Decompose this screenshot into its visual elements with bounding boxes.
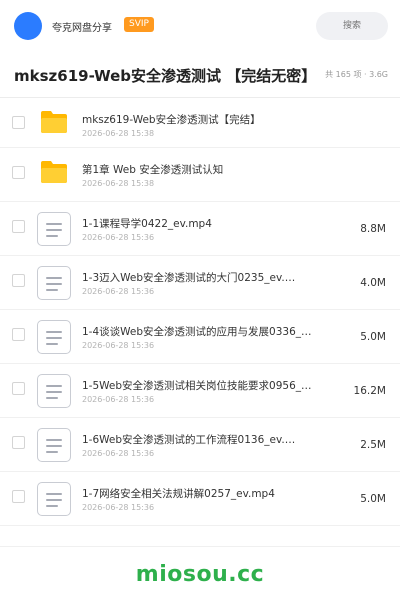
file-size: 4.0M xyxy=(360,277,386,289)
file-date: 2026-06-28 15:36 xyxy=(82,503,155,512)
file-name[interactable]: 1-5Web安全渗透测试相关岗位技能要求0956_… xyxy=(82,378,322,393)
document-icon xyxy=(37,320,71,354)
file-name[interactable]: mksz619-Web安全渗透测试【完结】 xyxy=(82,112,322,127)
page-title: mksz619-Web安全渗透测试 【完结无密】 xyxy=(14,67,314,85)
divider xyxy=(0,546,400,547)
svip-badge: SVIP xyxy=(124,17,154,32)
file-date: 2026-06-28 15:36 xyxy=(82,287,155,296)
search-input[interactable] xyxy=(316,12,388,40)
file-date: 2026-06-28 15:38 xyxy=(82,179,155,188)
document-icon xyxy=(37,482,71,516)
file-size: 2.5M xyxy=(360,439,386,451)
list-item[interactable]: 1-7网络安全相关法规讲解0257_ev.mp4 2026-06-28 15:36… xyxy=(0,472,400,526)
row-checkbox[interactable] xyxy=(12,490,25,503)
row-checkbox[interactable] xyxy=(12,436,25,449)
file-date: 2026-06-28 15:38 xyxy=(82,129,155,138)
file-size: 5.0M xyxy=(360,493,386,505)
document-icon xyxy=(37,428,71,462)
file-name[interactable]: 第1章 Web 安全渗透测试认知 xyxy=(82,162,322,177)
file-list: mksz619-Web安全渗透测试【完结】 2026-06-28 15:38 第1章… xyxy=(0,98,400,526)
file-size: 16.2M xyxy=(353,385,386,397)
file-name[interactable]: 1-3迈入Web安全渗透测试的大门0235_ev.… xyxy=(82,270,322,285)
file-name[interactable]: 1-1课程导学0422_ev.mp4 xyxy=(82,216,322,231)
folder-icon xyxy=(41,161,67,183)
row-checkbox[interactable] xyxy=(12,116,25,129)
row-checkbox[interactable] xyxy=(12,220,25,233)
file-date: 2026-06-28 15:36 xyxy=(82,233,155,242)
list-item[interactable]: 1-6Web安全渗透测试的工作流程0136_ev.… 2026-06-28 15:… xyxy=(0,418,400,472)
document-icon xyxy=(37,212,71,246)
document-icon xyxy=(37,266,71,300)
file-size: 5.0M xyxy=(360,331,386,343)
list-item[interactable]: 1-1课程导学0422_ev.mp4 2026-06-28 15:36 8.8M xyxy=(0,202,400,256)
document-icon xyxy=(37,374,71,408)
watermark-text: miosou.cc xyxy=(135,562,265,587)
avatar[interactable] xyxy=(14,12,42,40)
row-checkbox[interactable] xyxy=(12,274,25,287)
list-item[interactable]: mksz619-Web安全渗透测试【完结】 2026-06-28 15:38 xyxy=(0,98,400,148)
file-date: 2026-06-28 15:36 xyxy=(82,395,155,404)
row-checkbox[interactable] xyxy=(12,382,25,395)
header-bar: 夸克网盘分享 SVIP xyxy=(0,0,400,52)
file-name[interactable]: 1-6Web安全渗透测试的工作流程0136_ev.… xyxy=(82,432,322,447)
list-item[interactable]: 1-4谈谈Web安全渗透测试的应用与发展0336_… 2026-06-28 15:… xyxy=(0,310,400,364)
list-item[interactable]: 1-5Web安全渗透测试相关岗位技能要求0956_… 2026-06-28 15:… xyxy=(0,364,400,418)
folder-title-bar: mksz619-Web安全渗透测试 【完结无密】 共 165 项 · 3.6G xyxy=(0,52,400,98)
brand-name: 夸克网盘分享 xyxy=(52,23,112,34)
list-item[interactable]: 第1章 Web 安全渗透测试认知 2026-06-28 15:38 xyxy=(0,148,400,202)
row-checkbox[interactable] xyxy=(12,328,25,341)
file-name[interactable]: 1-4谈谈Web安全渗透测试的应用与发展0336_… xyxy=(82,324,322,339)
row-checkbox[interactable] xyxy=(12,166,25,179)
folder-stats: 共 165 项 · 3.6G xyxy=(325,70,388,79)
file-date: 2026-06-28 15:36 xyxy=(82,449,155,458)
file-name[interactable]: 1-7网络安全相关法规讲解0257_ev.mp4 xyxy=(82,486,322,501)
list-item[interactable]: 1-3迈入Web安全渗透测试的大门0235_ev.… 2026-06-28 15:… xyxy=(0,256,400,310)
file-size: 8.8M xyxy=(360,223,386,235)
folder-icon xyxy=(41,111,67,133)
file-date: 2026-06-28 15:36 xyxy=(82,341,155,350)
